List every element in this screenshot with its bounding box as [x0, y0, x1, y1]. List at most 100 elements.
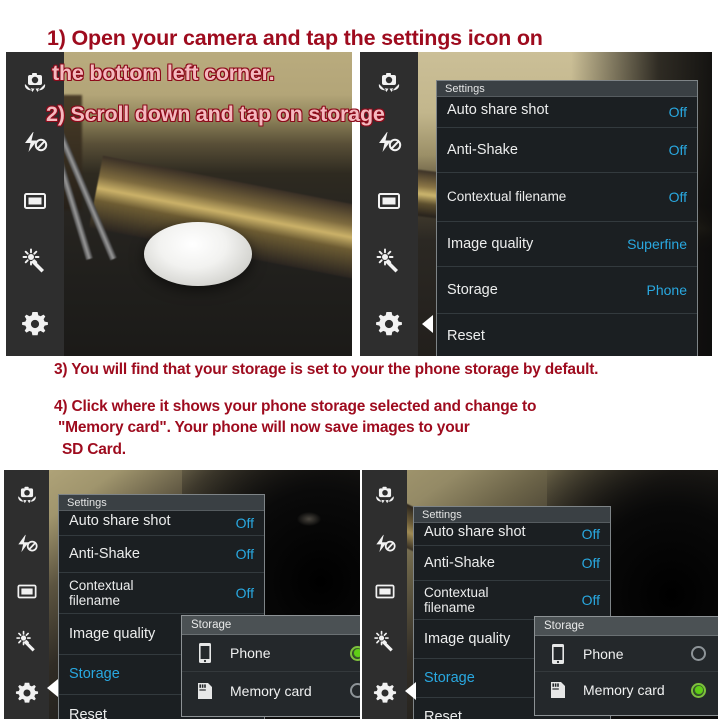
settings-row-label: Auto share shot [447, 101, 549, 118]
settings-row-auto-share-shot[interactable]: Auto share shot Off [59, 511, 264, 536]
storage-option-phone[interactable]: Phone [535, 636, 718, 672]
settings-row-label: Contextual filename [447, 189, 567, 205]
settings-row-value: Off [581, 592, 600, 608]
shooting-mode-icon[interactable] [20, 190, 50, 212]
storage-option-label: Memory card [230, 682, 312, 699]
settings-row-label: Image quality [447, 235, 534, 252]
settings-gear-icon[interactable] [14, 681, 40, 705]
settings-gear-icon[interactable] [374, 310, 404, 338]
tutorial-collage: Settings Auto share shot Off Anti-Shake … [0, 0, 720, 720]
settings-row-auto-share-shot[interactable]: Auto share shot Off [437, 97, 697, 128]
settings-row-anti-shake[interactable]: Anti-Shake Off [437, 128, 697, 173]
switch-camera-icon[interactable] [14, 484, 40, 505]
annotation-step-1-line-1: 1) Open your camera and tap the settings… [47, 26, 543, 50]
flash-off-icon[interactable] [372, 533, 398, 554]
storage-option-label: Phone [230, 645, 271, 661]
shooting-mode-icon[interactable] [372, 582, 398, 601]
storage-option-memory-card[interactable]: Memory card [182, 672, 360, 709]
annotation-step-2: 2) Scroll down and tap on storage [46, 102, 385, 126]
effects-wand-icon[interactable] [372, 630, 398, 653]
screenshot-panel-step2: Settings Auto share shot Off Anti-Shake … [360, 52, 712, 356]
settings-row-contextual-filename[interactable]: Contextual filename Off [437, 173, 697, 222]
camera-toolbar[interactable] [4, 470, 49, 719]
storage-option-label: Memory card [583, 682, 665, 698]
annotation-step-3: 3) You will find that your storage is se… [54, 361, 599, 378]
settings-gear-icon[interactable] [20, 310, 50, 338]
menu-pointer-arrow [422, 315, 433, 333]
settings-row-value: Off [235, 546, 254, 562]
settings-row-label: Storage [69, 666, 120, 683]
switch-camera-icon[interactable] [374, 70, 404, 94]
flash-off-icon[interactable] [20, 130, 50, 154]
screenshot-panel-step4: Settings Auto share shot Off Anti-Shake … [362, 470, 718, 719]
settings-row-label: Anti-Shake [69, 545, 140, 562]
settings-row-value: Superfine [627, 236, 687, 252]
settings-row-reset[interactable]: Reset [437, 314, 697, 356]
storage-option-memory-card[interactable]: Memory card [535, 672, 718, 708]
settings-row-value: Off [235, 515, 254, 531]
shooting-mode-icon[interactable] [374, 190, 404, 212]
settings-menu-header: Settings [414, 507, 610, 523]
storage-dialog[interactable]: Storage Phone Memory card [534, 616, 718, 716]
settings-menu-header: Settings [437, 81, 697, 97]
settings-row-value: Off [581, 555, 600, 571]
memory-card-icon [194, 681, 216, 701]
memory-card-icon [547, 680, 569, 700]
settings-row-label: Storage [424, 669, 475, 686]
settings-row-value: Off [235, 585, 254, 601]
annotation-step-4-line-3: SD Card. [62, 441, 126, 458]
phone-icon [194, 642, 216, 664]
settings-menu-header: Settings [59, 495, 264, 511]
annotation-step-4-line-1: 4) Click where it shows your phone stora… [54, 398, 537, 415]
annotation-step-4-line-2: "Memory card". Your phone will now save … [58, 419, 470, 436]
settings-row-value: Phone [646, 282, 687, 298]
settings-row-value: Off [668, 142, 687, 158]
flash-off-icon[interactable] [374, 130, 404, 154]
screenshot-panel-step1 [6, 52, 352, 356]
flash-off-icon[interactable] [14, 533, 40, 554]
menu-pointer-arrow [47, 679, 58, 697]
storage-option-radio[interactable] [691, 646, 706, 661]
settings-row-label: Reset [447, 327, 485, 344]
settings-row-label: Reset [69, 706, 107, 719]
storage-dialog-title: Storage [535, 617, 718, 636]
camera-settings-menu[interactable]: Settings Auto share shot Off Anti-Shake … [436, 80, 698, 356]
effects-wand-icon[interactable] [14, 630, 40, 653]
settings-row-auto-share-shot[interactable]: Auto share shot Off [414, 523, 610, 546]
settings-row-storage[interactable]: Storage Phone [437, 267, 697, 314]
storage-dialog-title: Storage [182, 616, 360, 635]
settings-row-label: Storage [447, 281, 498, 298]
settings-row-label: Auto share shot [69, 512, 171, 529]
settings-row-value: Off [668, 189, 687, 205]
settings-row-label: Image quality [424, 630, 511, 647]
settings-row-contextual-filename[interactable]: Contextual filename Off [414, 581, 610, 620]
switch-camera-icon[interactable] [372, 484, 398, 505]
storage-option-radio[interactable] [350, 683, 360, 698]
settings-row-label: Auto share shot [424, 523, 526, 540]
settings-row-label: Reset [424, 708, 462, 719]
settings-row-image-quality[interactable]: Image quality Superfine [437, 222, 697, 267]
settings-row-value: Off [668, 104, 687, 120]
storage-dialog[interactable]: Storage Phone Memory card [181, 615, 360, 717]
effects-wand-icon[interactable] [374, 248, 404, 274]
settings-row-label: Image quality [69, 625, 156, 642]
annotation-step-1-line-2: the bottom left corner. [52, 61, 275, 85]
settings-row-label: Anti-Shake [447, 141, 518, 158]
settings-row-label: Contextual filename [69, 577, 134, 608]
storage-option-phone[interactable]: Phone [182, 635, 360, 672]
storage-option-radio[interactable] [691, 682, 706, 698]
settings-row-anti-shake[interactable]: Anti-Shake Off [59, 536, 264, 573]
storage-option-radio[interactable] [350, 645, 360, 661]
settings-row-label: Anti-Shake [424, 554, 495, 571]
switch-camera-icon[interactable] [20, 70, 50, 94]
settings-row-value: Off [581, 526, 600, 542]
settings-gear-icon[interactable] [372, 681, 398, 705]
camera-toolbar[interactable] [362, 470, 407, 719]
shooting-mode-icon[interactable] [14, 582, 40, 601]
camera-toolbar[interactable] [6, 52, 64, 356]
phone-icon [547, 643, 569, 665]
effects-wand-icon[interactable] [20, 248, 50, 274]
settings-row-anti-shake[interactable]: Anti-Shake Off [414, 546, 610, 581]
camera-toolbar[interactable] [360, 52, 418, 356]
settings-row-contextual-filename[interactable]: Contextual filename Off [59, 573, 264, 614]
